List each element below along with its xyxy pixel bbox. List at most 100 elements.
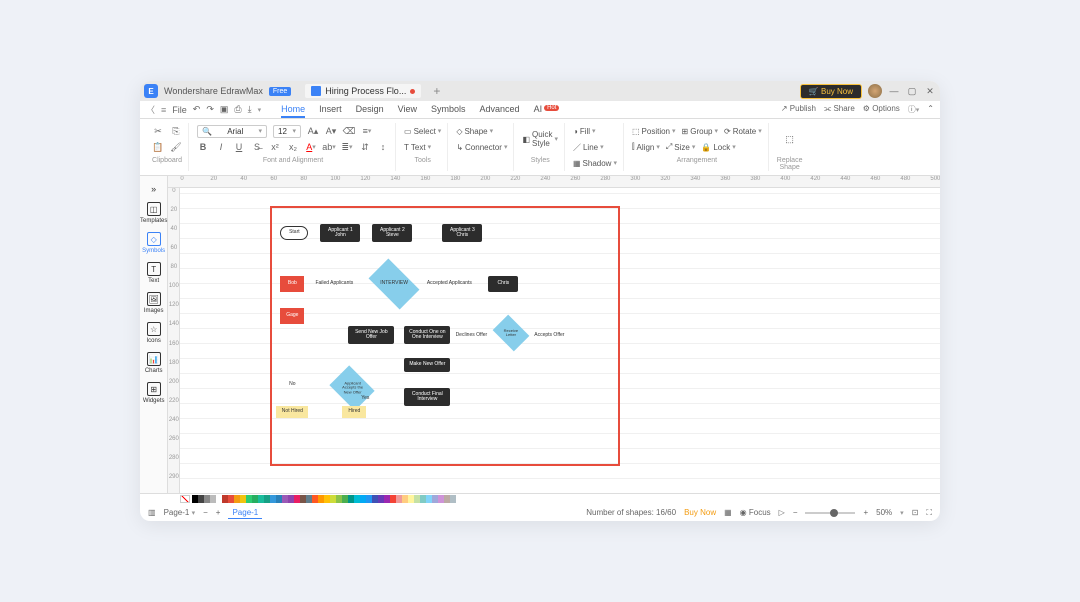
copy-icon[interactable]: ⎘ xyxy=(170,125,182,137)
shape-final-interview[interactable]: Conduct Final Interview xyxy=(404,388,450,406)
menu-design[interactable]: Design xyxy=(356,102,384,118)
position-button[interactable]: ⬚ Position▾ xyxy=(632,127,676,136)
shape-send-offer[interactable]: Send New Job Offer xyxy=(348,326,394,344)
shape-interview[interactable]: INTERVIEW xyxy=(369,259,420,310)
shape-one-on-one[interactable]: Conduct One on One Interview xyxy=(404,326,450,344)
italic-button[interactable]: I xyxy=(215,141,227,153)
align-dropdown-icon[interactable]: ≡▾ xyxy=(361,125,373,137)
zoom-level[interactable]: 50% xyxy=(876,508,892,517)
sidebar-text[interactable]: TText xyxy=(140,258,167,288)
line-spacing-button[interactable]: ⇵ xyxy=(359,141,371,153)
group-button[interactable]: ⊞ Group▾ xyxy=(682,127,718,136)
font-family-select[interactable]: 🔍 Arial ▾ xyxy=(197,125,267,138)
sidebar-symbols[interactable]: ◇Symbols xyxy=(140,228,167,258)
shape-hired[interactable]: Hired xyxy=(342,406,366,418)
connector-tool[interactable]: ↳ Connector ▾ xyxy=(456,143,507,152)
shape-make-offer[interactable]: Make New Offer xyxy=(404,358,450,372)
file-menu[interactable]: File xyxy=(172,105,187,115)
buy-now-link[interactable]: Buy Now xyxy=(684,508,716,517)
menu-advanced[interactable]: Advanced xyxy=(480,102,520,118)
collapse-ribbon-button[interactable]: ⌃ xyxy=(927,104,934,115)
undo-button[interactable]: ↶ xyxy=(193,104,201,115)
rotate-button[interactable]: ⟳ Rotate▾ xyxy=(724,127,762,136)
font-size-select[interactable]: 12 ▾ xyxy=(273,125,301,138)
play-icon[interactable]: ▷ xyxy=(779,508,785,517)
replace-shape-icon[interactable]: ⬚ xyxy=(785,134,794,145)
sidebar-charts[interactable]: 📊Charts xyxy=(140,348,167,378)
focus-button[interactable]: ◉ Focus xyxy=(740,508,771,517)
bold-button[interactable]: B xyxy=(197,141,209,153)
text-direction-button[interactable]: ↕ xyxy=(377,141,389,153)
lock-button[interactable]: 🔒 Lock▾ xyxy=(701,143,735,152)
user-avatar[interactable] xyxy=(868,84,882,98)
bullets-button[interactable]: ≣▾ xyxy=(341,141,353,153)
fullscreen-icon[interactable]: ⛶ xyxy=(926,508,932,518)
fill-button[interactable]: ◑ Fill ▾ xyxy=(573,127,596,136)
decrease-font-icon[interactable]: A▾ xyxy=(325,125,337,137)
color-swatch[interactable] xyxy=(450,495,456,503)
font-color-button[interactable]: A▾ xyxy=(305,141,317,153)
clear-format-icon[interactable]: ⌫ xyxy=(343,125,355,137)
next-page-button[interactable]: + xyxy=(216,508,221,517)
menu-symbols[interactable]: Symbols xyxy=(431,102,466,118)
subscript-button[interactable]: x₂ xyxy=(287,141,299,153)
maximize-button[interactable]: ▢ xyxy=(906,85,918,97)
strike-button[interactable]: S̶ xyxy=(251,141,263,153)
superscript-button[interactable]: x² xyxy=(269,141,281,153)
shape-gage[interactable]: Gage xyxy=(280,308,304,324)
save-button[interactable]: ▣ xyxy=(220,104,229,115)
zoom-in-button[interactable]: + xyxy=(863,508,868,517)
format-painter-icon[interactable]: 🖌 xyxy=(170,141,182,153)
publish-button[interactable]: ↗ Publish xyxy=(781,104,816,115)
shape-receive-letter[interactable]: Receive Letter xyxy=(493,315,530,352)
paste-icon[interactable]: 📋 xyxy=(152,141,164,153)
export-button[interactable]: ⤓ xyxy=(248,104,252,115)
size-button[interactable]: ⤢ Size▾ xyxy=(666,142,695,152)
qat-more[interactable]: ▾ xyxy=(258,106,262,114)
prev-page-button[interactable]: − xyxy=(203,508,208,517)
increase-font-icon[interactable]: A▴ xyxy=(307,125,319,137)
new-tab-button[interactable]: + xyxy=(433,84,440,98)
page-selector[interactable]: Page-1 ▾ xyxy=(164,508,196,517)
shape-applicant-3[interactable]: Applicant 3 Chris xyxy=(442,224,482,242)
share-button[interactable]: ⫘ Share xyxy=(824,104,855,115)
select-tool[interactable]: ▭ Select ▾ xyxy=(404,127,441,136)
close-button[interactable]: ✕ xyxy=(924,85,936,97)
minimize-button[interactable]: — xyxy=(888,85,900,97)
back-button[interactable]: 〈 xyxy=(146,103,155,116)
shape-start[interactable]: Start xyxy=(280,226,308,240)
sidebar-widgets[interactable]: ⊞Widgets xyxy=(140,378,167,408)
page-tab[interactable]: Page-1 xyxy=(228,507,262,519)
flowchart-selection[interactable]: Start Applicant 1 John Applicant 2 Steve… xyxy=(270,206,620,466)
canvas[interactable]: Start Applicant 1 John Applicant 2 Steve… xyxy=(180,188,940,493)
redo-button[interactable]: ↷ xyxy=(206,104,214,115)
options-button[interactable]: ⚙ Options xyxy=(863,104,900,115)
shape-applicant-2[interactable]: Applicant 2 Steve xyxy=(372,224,412,242)
print-button[interactable]: ⎙ xyxy=(234,104,241,115)
shape-applicant-1[interactable]: Applicant 1 John xyxy=(320,224,360,242)
line-button[interactable]: ／ Line ▾ xyxy=(573,142,604,153)
cut-icon[interactable]: ✂ xyxy=(152,125,164,137)
menu-view[interactable]: View xyxy=(398,102,417,118)
shape-not-hired[interactable]: Not Hired xyxy=(276,406,308,418)
align-button[interactable]: ⫿ Align▾ xyxy=(632,142,660,152)
fit-page-icon[interactable]: ⊡ xyxy=(912,508,919,517)
quick-style-button[interactable]: ◧Quick Style▾ xyxy=(522,130,558,148)
menu-ai[interactable]: AIHot xyxy=(534,102,560,118)
sidebar-icons[interactable]: ☆Icons xyxy=(140,318,167,348)
underline-button[interactable]: U xyxy=(233,141,245,153)
shape-tool[interactable]: ◇ Shape ▾ xyxy=(456,127,493,136)
sidebar-templates[interactable]: ◫Templates xyxy=(140,198,167,228)
zoom-out-button[interactable]: − xyxy=(793,508,798,517)
text-tool[interactable]: T Text ▾ xyxy=(404,143,431,152)
highlight-button[interactable]: ab▾ xyxy=(323,141,335,153)
shape-bob[interactable]: Bob xyxy=(280,276,304,292)
no-fill-swatch[interactable] xyxy=(180,495,190,503)
zoom-slider[interactable] xyxy=(805,512,855,514)
replace-shape-label[interactable]: Replace Shape xyxy=(777,157,803,171)
sidebar-images[interactable]: 🖼Images xyxy=(140,288,167,318)
menu-icon[interactable]: ≡ xyxy=(161,105,166,115)
layers-icon[interactable]: ▦ xyxy=(724,508,732,517)
buy-now-button[interactable]: 🛒 Buy Now xyxy=(800,84,862,99)
help-button[interactable]: ⓘ▾ xyxy=(908,104,920,115)
